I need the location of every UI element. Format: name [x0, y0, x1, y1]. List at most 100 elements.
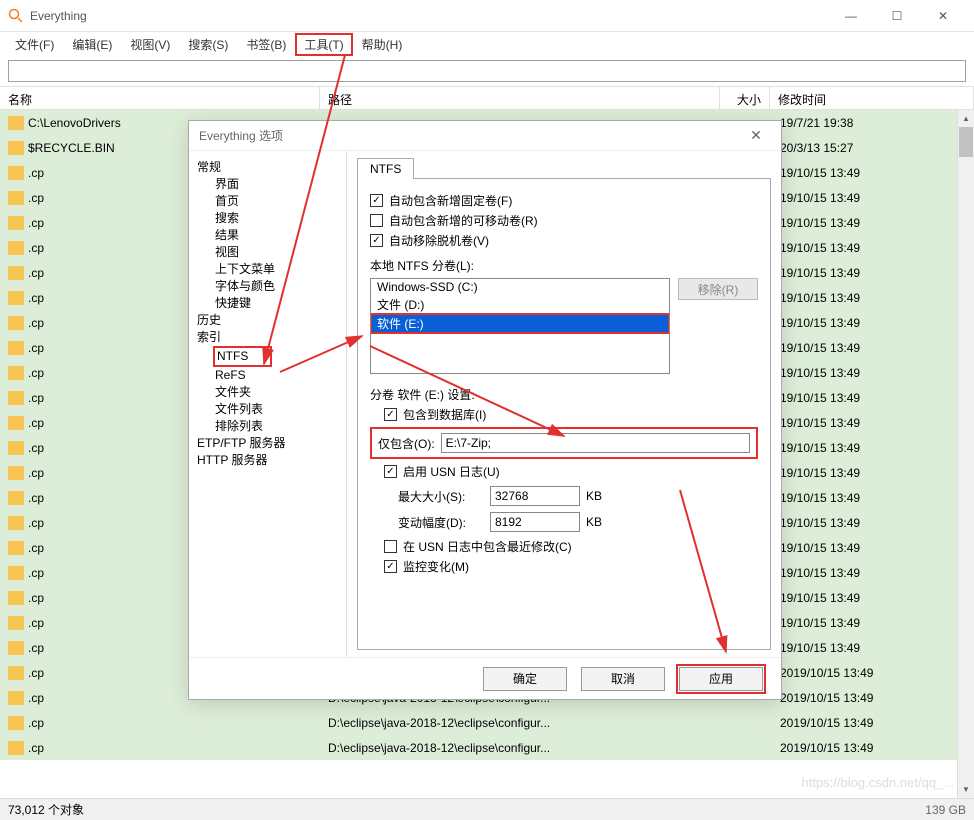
file-date: 2019/10/15 13:49	[770, 691, 974, 705]
status-size: 139 GB	[925, 803, 966, 817]
search-input[interactable]	[8, 60, 966, 82]
volume-item-d[interactable]: 文件 (D:)	[371, 295, 669, 314]
scroll-thumb[interactable]	[959, 127, 973, 157]
file-date: 19/10/15 13:49	[770, 491, 974, 505]
close-button[interactable]: ✕	[920, 0, 966, 32]
tab-ntfs[interactable]: NTFS	[357, 158, 414, 179]
dialog-buttons: 确定 取消 应用	[189, 657, 781, 699]
menu-view[interactable]: 视图(V)	[121, 33, 179, 56]
table-row[interactable]: .cpD:\eclipse\java-2018-12\eclipse\confi…	[0, 710, 974, 735]
tree-search[interactable]: 搜索	[197, 210, 344, 227]
col-path[interactable]: 路径	[320, 87, 720, 109]
titlebar: Everything — ☐ ✕	[0, 0, 974, 32]
cancel-button[interactable]: 取消	[581, 667, 665, 691]
col-date[interactable]: 修改时间	[770, 87, 974, 109]
file-date: 19/10/15 13:49	[770, 616, 974, 630]
chk-auto-fixed[interactable]: ✓	[370, 194, 383, 207]
tree-results[interactable]: 结果	[197, 227, 344, 244]
tree-http[interactable]: HTTP 服务器	[197, 452, 344, 469]
tree-history[interactable]: 历史	[197, 312, 344, 329]
ok-button[interactable]: 确定	[483, 667, 567, 691]
col-name[interactable]: 名称	[0, 87, 320, 109]
file-name: .cp	[28, 166, 44, 180]
chk-usn[interactable]: ✓	[384, 465, 397, 478]
tree-ntfs[interactable]: NTFS	[213, 346, 272, 367]
table-row[interactable]: .cp D:\eclipse\java-2018-12\eclipse\confi…	[0, 735, 974, 760]
tree-refs[interactable]: ReFS	[197, 367, 344, 384]
lbl-auto-removable: 自动包含新增的可移动卷(R)	[389, 212, 538, 229]
app-icon	[8, 8, 24, 24]
folder-icon	[8, 266, 24, 280]
lbl-usn: 启用 USN 日志(U)	[403, 463, 500, 480]
vertical-scrollbar[interactable]: ▲ ▼	[957, 110, 974, 798]
col-size[interactable]: 大小	[720, 87, 770, 109]
tree-general[interactable]: 常规	[197, 159, 344, 176]
dialog-title: Everything 选项	[199, 127, 283, 144]
file-name: .cp	[28, 291, 44, 305]
file-date: 19/10/15 13:49	[770, 391, 974, 405]
minimize-button[interactable]: —	[828, 0, 874, 32]
dialog-close-button[interactable]: ✕	[741, 127, 771, 144]
status-bar: 73,012 个对象 139 GB	[0, 798, 974, 820]
chk-auto-offline[interactable]: ✓	[370, 234, 383, 247]
file-name: .cp	[28, 741, 44, 755]
tree-ui[interactable]: 界面	[197, 176, 344, 193]
file-date: 19/10/15 13:49	[770, 341, 974, 355]
file-date: 2019/10/15 13:49	[770, 716, 974, 730]
folder-icon	[8, 566, 24, 580]
tree-filelist[interactable]: 文件列表	[197, 401, 344, 418]
scroll-up-icon[interactable]: ▲	[958, 110, 974, 127]
tree-folder[interactable]: 文件夹	[197, 384, 344, 401]
watermark: https://blog.csdn.net/qq_...	[802, 775, 955, 790]
remove-button[interactable]: 移除(R)	[678, 278, 758, 300]
chk-monitor[interactable]: ✓	[384, 560, 397, 573]
tree-etp[interactable]: ETP/FTP 服务器	[197, 435, 344, 452]
max-size-label: 最大大小(S):	[398, 488, 484, 505]
volumes-listbox[interactable]: Windows-SSD (C:) 文件 (D:) 软件 (E:)	[370, 278, 670, 374]
tree-index[interactable]: 索引	[197, 329, 344, 346]
folder-icon	[8, 616, 24, 630]
file-date: 19/10/15 13:49	[770, 566, 974, 580]
scroll-down-icon[interactable]: ▼	[958, 781, 974, 798]
folder-icon	[8, 641, 24, 655]
volume-item-c[interactable]: Windows-SSD (C:)	[371, 279, 669, 295]
menu-edit[interactable]: 编辑(E)	[63, 33, 121, 56]
folder-icon	[8, 691, 24, 705]
tree-shortcut[interactable]: 快捷键	[197, 295, 344, 312]
folder-icon	[8, 291, 24, 305]
file-name: .cp	[28, 241, 44, 255]
delta-input[interactable]	[490, 512, 580, 532]
file-name: .cp	[28, 591, 44, 605]
max-size-input[interactable]	[490, 486, 580, 506]
chk-include-db[interactable]: ✓	[384, 408, 397, 421]
file-path: D:\eclipse\java-2018-12\eclipse\configur…	[320, 741, 720, 755]
chk-auto-removable[interactable]	[370, 214, 383, 227]
file-date: 19/10/15 13:49	[770, 416, 974, 430]
folder-icon	[8, 516, 24, 530]
menu-search[interactable]: 搜索(S)	[179, 33, 237, 56]
file-date: 19/10/15 13:49	[770, 516, 974, 530]
maximize-button[interactable]: ☐	[874, 0, 920, 32]
file-date: 19/7/21 19:38	[770, 116, 974, 130]
menu-file[interactable]: 文件(F)	[6, 33, 63, 56]
lbl-usn-recent: 在 USN 日志中包含最近修改(C)	[403, 538, 572, 555]
tree-context[interactable]: 上下文菜单	[197, 261, 344, 278]
folder-icon	[8, 216, 24, 230]
chk-usn-recent[interactable]	[384, 540, 397, 553]
folder-icon	[8, 241, 24, 255]
only-include-input[interactable]	[441, 433, 750, 453]
tree-fonts[interactable]: 字体与颜色	[197, 278, 344, 295]
tree-home[interactable]: 首页	[197, 193, 344, 210]
file-name: .cp	[28, 491, 44, 505]
menu-bookmark[interactable]: 书签(B)	[237, 33, 295, 56]
apply-button[interactable]: 应用	[679, 667, 763, 691]
menu-help[interactable]: 帮助(H)	[353, 33, 412, 56]
file-name: .cp	[28, 541, 44, 555]
menu-tools[interactable]: 工具(T)	[295, 33, 352, 56]
file-name: .cp	[28, 616, 44, 630]
tree-exclude[interactable]: 排除列表	[197, 418, 344, 435]
tree-view[interactable]: 视图	[197, 244, 344, 261]
file-date: 19/10/15 13:49	[770, 191, 974, 205]
volume-item-e[interactable]: 软件 (E:)	[371, 314, 669, 333]
file-date: 19/10/15 13:49	[770, 266, 974, 280]
